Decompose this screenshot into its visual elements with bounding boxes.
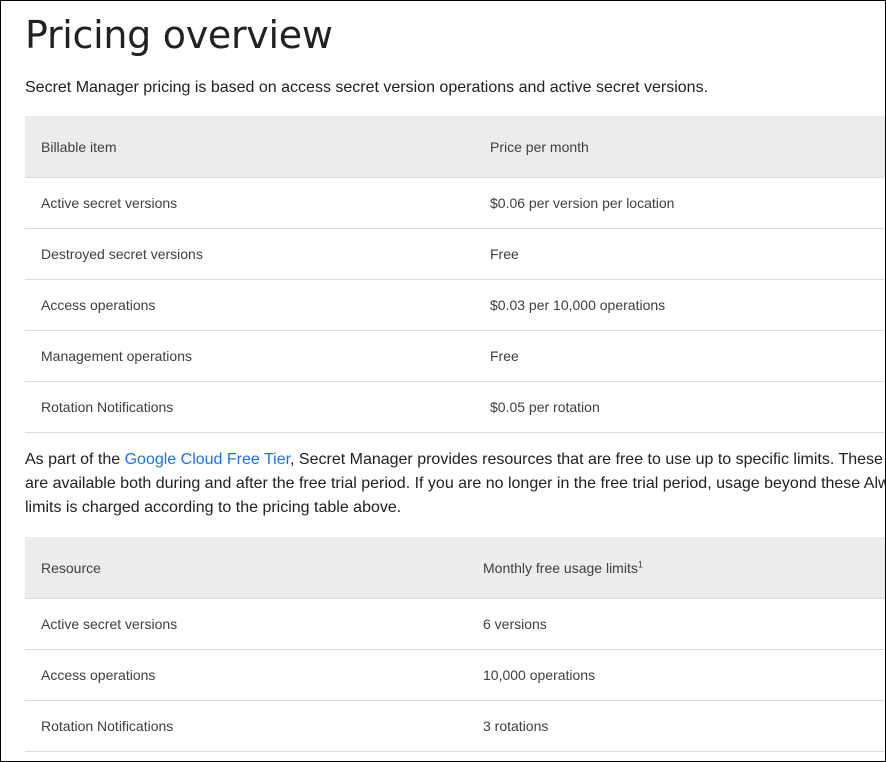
free-usage-table: Resource Monthly free usage limits1 Acti…: [25, 537, 885, 752]
price-cell: $0.05 per rotation: [474, 381, 885, 433]
pricing-table: Billable item Price per month Active sec…: [25, 116, 885, 433]
table-row: Rotation Notifications 3 rotations: [25, 700, 885, 752]
price-cell: $0.06 per version per location: [474, 177, 885, 229]
header-resource: Resource: [25, 537, 467, 599]
billable-item-cell: Management operations: [25, 330, 474, 382]
free-table-header-row: Resource Monthly free usage limits1: [25, 537, 885, 599]
limit-cell: 6 versions: [467, 598, 885, 650]
billable-item-cell: Rotation Notifications: [25, 381, 474, 433]
price-cell: Free: [474, 228, 885, 280]
table-row: Destroyed secret versions Free: [25, 228, 885, 280]
table-row: Active secret versions $0.06 per version…: [25, 177, 885, 229]
free-tier-text-line2: are available both during and after the …: [25, 475, 886, 492]
resource-cell: Access operations: [25, 649, 467, 701]
free-tier-text-line3: limits is charged according to the prici…: [25, 499, 402, 516]
price-cell: Free: [474, 330, 885, 382]
page-title: Pricing overview: [25, 13, 333, 57]
free-tier-text-suffix: , Secret Manager provides resources that…: [290, 451, 886, 468]
free-tier-text-prefix: As part of the: [25, 451, 125, 468]
billable-item-cell: Access operations: [25, 279, 474, 331]
pricing-table-header-row: Billable item Price per month: [25, 116, 885, 178]
page-frame: Pricing overview Secret Manager pricing …: [0, 0, 886, 762]
free-tier-link[interactable]: Google Cloud Free Tier: [125, 451, 290, 468]
resource-cell: Active secret versions: [25, 598, 467, 650]
limit-cell: 3 rotations: [467, 700, 885, 752]
price-cell: $0.03 per 10,000 operations: [474, 279, 885, 331]
header-monthly-free-usage-limits: Monthly free usage limits1: [467, 537, 885, 599]
limit-cell: 10,000 operations: [467, 649, 885, 701]
table-row: Access operations $0.03 per 10,000 opera…: [25, 279, 885, 331]
table-row: Active secret versions 6 versions: [25, 598, 885, 650]
footnote-marker: 1: [637, 558, 643, 569]
table-row: Rotation Notifications $0.05 per rotatio…: [25, 381, 885, 433]
billable-item-cell: Destroyed secret versions: [25, 228, 474, 280]
header-monthly-free-usage-label: Monthly free usage limits: [483, 559, 638, 576]
resource-cell: Rotation Notifications: [25, 700, 467, 752]
billable-item-cell: Active secret versions: [25, 177, 474, 229]
header-price-per-month: Price per month: [474, 116, 885, 178]
intro-text: Secret Manager pricing is based on acces…: [25, 79, 709, 96]
table-row: Management operations Free: [25, 330, 885, 382]
table-row: Access operations 10,000 operations: [25, 649, 885, 701]
header-billable-item: Billable item: [25, 116, 474, 178]
free-tier-paragraph: As part of the Google Cloud Free Tier, S…: [25, 448, 886, 520]
